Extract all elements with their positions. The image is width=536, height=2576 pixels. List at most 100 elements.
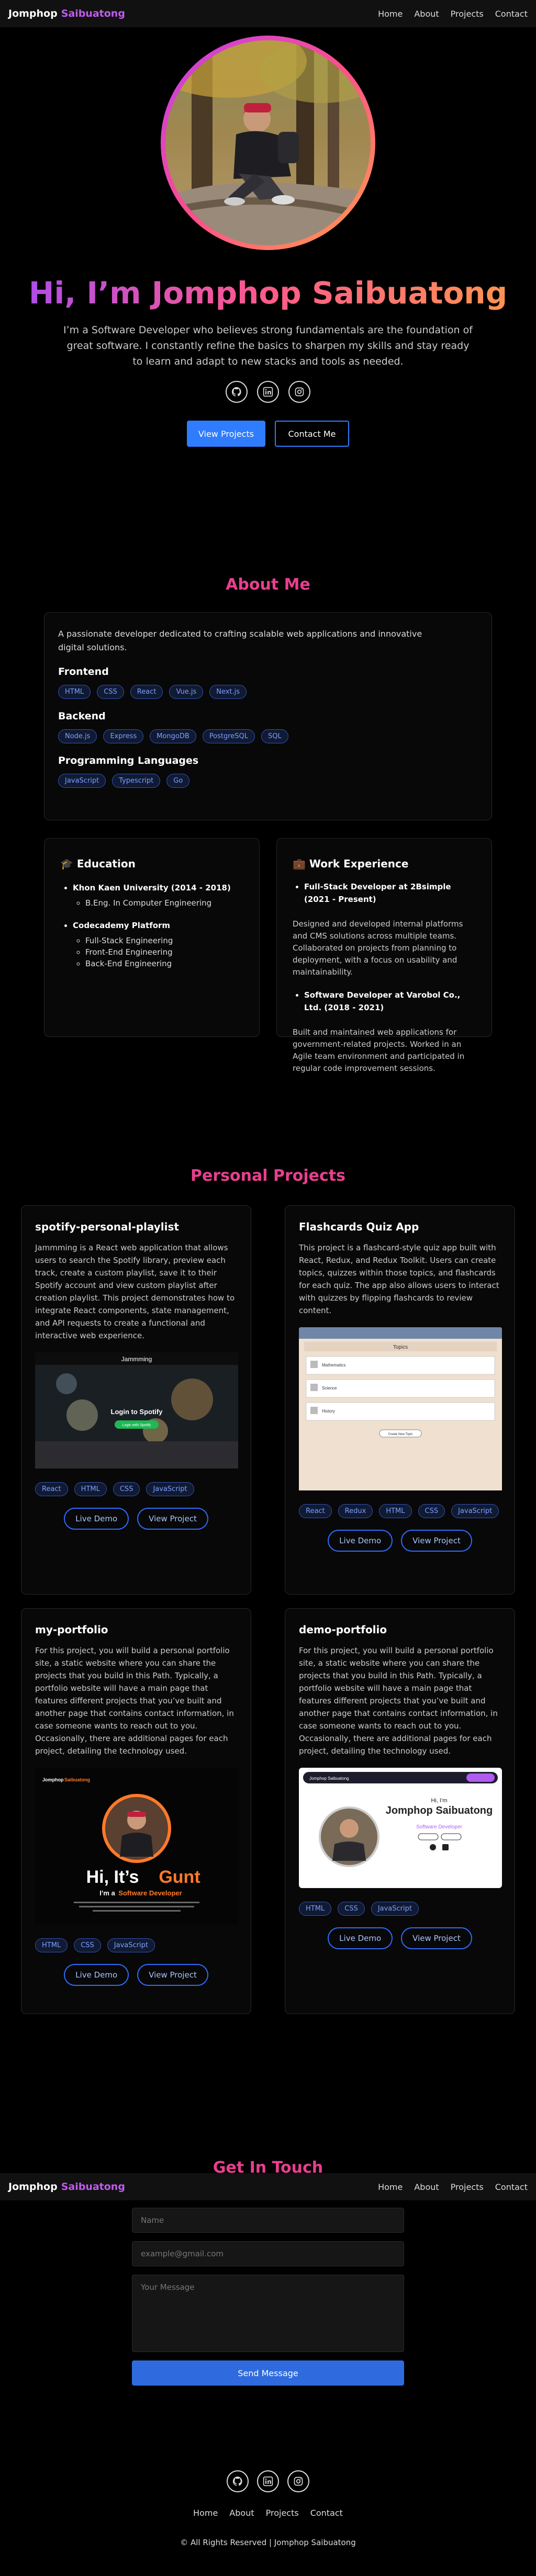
tech-tag: HTML (74, 1482, 107, 1496)
footer-socials (0, 2470, 536, 2492)
tech-tag: CSS (113, 1482, 140, 1496)
live-demo-button[interactable]: Live Demo (64, 1508, 129, 1530)
avatar-ring (161, 36, 375, 250)
project-tags: HTML CSS JavaScript (299, 1902, 501, 1916)
project-tags: React Redux HTML CSS JavaScript (299, 1504, 501, 1518)
project-buttons: Live Demo View Project (299, 1530, 501, 1552)
copyright-text: © All Rights Reserved | Jomphop Saibuato… (180, 2538, 356, 2547)
nav-link-projects[interactable]: Projects (451, 2182, 484, 2192)
skill-tag: React (130, 685, 163, 699)
live-demo-button[interactable]: Live Demo (328, 1530, 393, 1552)
live-demo-button[interactable]: Live Demo (64, 1964, 129, 1986)
nav-link-home[interactable]: Home (378, 2182, 403, 2192)
hero-section: Hi, I’m Jomphop Saibuatong I’m a Softwar… (0, 36, 536, 447)
project-screenshot: Jomphop Saibuatong Hi, I’m Jomphop Saibu… (299, 1768, 502, 1890)
shot-role: Software Developer (416, 1824, 462, 1830)
nav-link-contact[interactable]: Contact (495, 9, 528, 19)
footer-link-contact[interactable]: Contact (310, 2508, 343, 2518)
email-input[interactable]: example@gmail.com (132, 2241, 404, 2266)
avatar-photo (165, 40, 371, 245)
project-buttons: Live Demo View Project (35, 1508, 237, 1530)
footer: Home About Projects Contact © All Rights… (0, 2470, 536, 2547)
education-detail: Back-End Engineering (85, 958, 243, 969)
nav-link-contact[interactable]: Contact (495, 2182, 528, 2192)
shot-title: Jammming (121, 1355, 152, 1363)
nav-link-about[interactable]: About (414, 2182, 439, 2192)
tech-tag: CSS (418, 1504, 445, 1518)
skill-tag: MongoDB (150, 729, 196, 743)
shot-title: Topics (393, 1345, 408, 1350)
instagram-icon[interactable] (287, 2470, 309, 2492)
project-screenshot: Topics Mathematics Science History Creat… (299, 1327, 502, 1493)
project-description: Jammming is a React web application that… (35, 1243, 235, 1340)
shot-button: Create New Topic (388, 1433, 412, 1436)
shot-row: Mathematics (322, 1363, 345, 1368)
linkedin-icon[interactable] (257, 2470, 279, 2492)
work-heading: 💼 Work Experience (293, 857, 409, 870)
send-message-button[interactable]: Send Message (132, 2360, 404, 2386)
view-project-button[interactable]: View Project (401, 1530, 472, 1552)
tech-tag: React (299, 1504, 332, 1518)
github-icon[interactable] (226, 381, 248, 403)
shot-role: I’m a (99, 1889, 115, 1897)
shot-hi: Hi, It’s (86, 1867, 139, 1887)
frontend-tags: HTML CSS React Vue.js Next.js (58, 685, 478, 699)
project-card: my-portfolio For this project, you will … (21, 1608, 251, 2014)
instagram-icon[interactable] (288, 381, 310, 403)
project-name: my-portfolio (35, 1623, 108, 1636)
tech-tag: JavaScript (146, 1482, 194, 1496)
project-buttons: Live Demo View Project (35, 1964, 237, 1986)
footer-link-about[interactable]: About (229, 2508, 254, 2518)
education-item: Khon Kaen University (2014 - 2018) B.Eng… (73, 882, 243, 909)
shot-role: Software Developer (118, 1889, 182, 1897)
nav-links: Home About Projects Contact (378, 9, 528, 19)
language-tags: JavaScript Typescript Go (58, 774, 478, 788)
shot-name: Jomphop Saibuatong (386, 1805, 493, 1816)
education-heading: 🎓 Education (60, 857, 136, 870)
skill-tag: Typescript (112, 774, 161, 788)
projects-title: Personal Projects (191, 1167, 345, 1185)
view-project-button[interactable]: View Project (137, 1964, 208, 1986)
view-project-button[interactable]: View Project (137, 1508, 208, 1530)
message-textarea[interactable]: Your Message (132, 2275, 404, 2352)
skill-tag: HTML (58, 685, 91, 699)
view-projects-button[interactable]: View Projects (187, 421, 265, 447)
tech-tag: JavaScript (107, 1938, 155, 1952)
skill-tag: Vue.js (169, 685, 204, 699)
top-navbar: Jomphop Saibuatong Home About Projects Co… (0, 0, 536, 27)
hero-heading: Hi, I’m Jomphop Saibuatong (0, 275, 536, 311)
site-logo[interactable]: Jomphop Saibuatong (8, 8, 125, 19)
project-screenshot: Jomphop Saibuatong Hi, It’s Gunt I’m a S… (35, 1768, 238, 1927)
view-project-button[interactable]: View Project (401, 1927, 472, 1949)
project-description: For this project, you will build a perso… (299, 1646, 498, 1756)
nav-link-home[interactable]: Home (378, 9, 403, 19)
tech-tag: JavaScript (371, 1902, 419, 1916)
nav-link-about[interactable]: About (414, 9, 439, 19)
name-input[interactable]: Name (132, 2208, 404, 2233)
skill-tag: JavaScript (58, 774, 106, 788)
project-card: spotify-personal-playlist Jammming is a … (21, 1205, 251, 1595)
skill-tag: Express (103, 729, 144, 743)
project-screenshot: Jammming Login to Spotify Login with Spo… (35, 1352, 238, 1471)
nav-link-projects[interactable]: Projects (451, 9, 484, 19)
hero-intro: I’m a Software Developer who believes st… (63, 324, 473, 367)
skill-heading-languages: Programming Languages (58, 755, 199, 766)
hero-socials (0, 381, 536, 403)
tech-tag: HTML (35, 1938, 68, 1952)
project-description: For this project, you will build a perso… (35, 1646, 234, 1756)
footer-link-home[interactable]: Home (193, 2508, 218, 2518)
footer-link-projects[interactable]: Projects (266, 2508, 299, 2518)
linkedin-icon[interactable] (257, 381, 279, 403)
hero-buttons: View Projects Contact Me (0, 421, 536, 447)
github-icon[interactable] (227, 2470, 249, 2492)
project-tags: HTML CSS JavaScript (35, 1938, 237, 1952)
contact-me-button[interactable]: Contact Me (275, 421, 349, 447)
site-logo[interactable]: Jomphop Saibuatong (8, 2181, 125, 2193)
project-buttons: Live Demo View Project (299, 1927, 501, 1949)
footer-links: Home About Projects Contact (0, 2508, 536, 2518)
skill-tag: Node.js (58, 729, 97, 743)
education-item: Codecademy Platform Full-Stack Engineeri… (73, 919, 243, 969)
live-demo-button[interactable]: Live Demo (328, 1927, 393, 1949)
tech-tag: HTML (299, 1902, 332, 1916)
nav-links: Home About Projects Contact (378, 2182, 528, 2192)
